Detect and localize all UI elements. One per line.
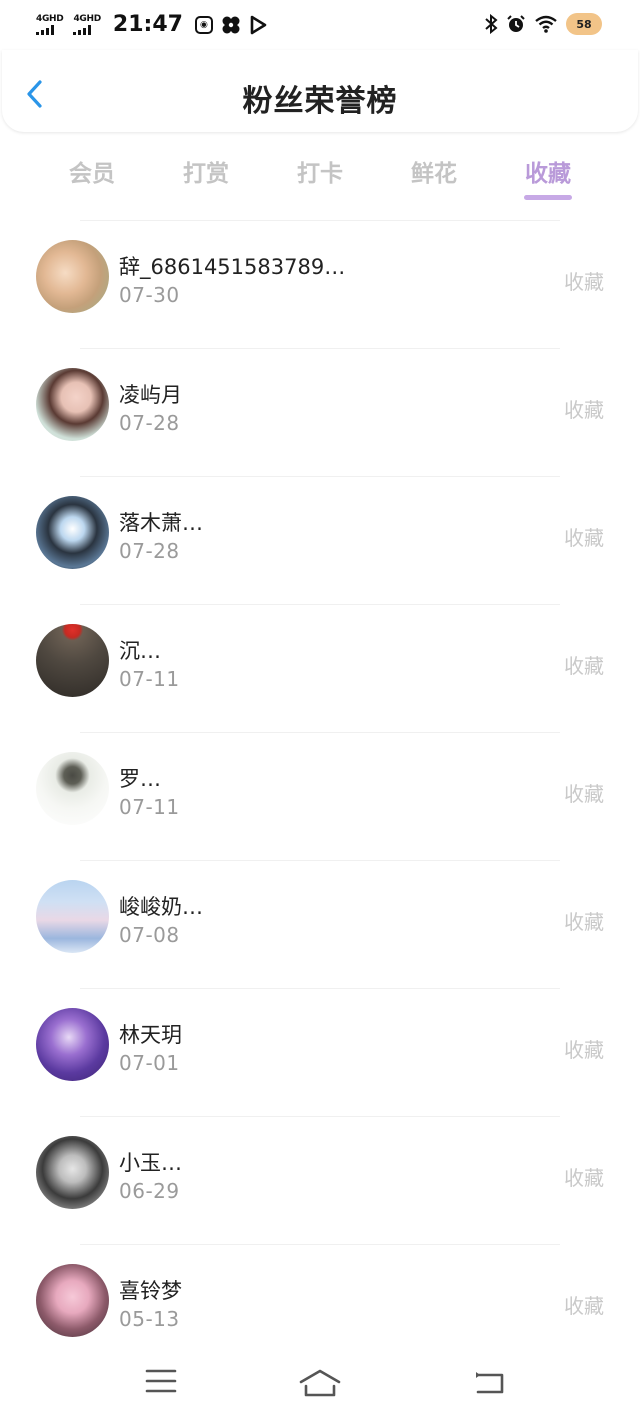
menu-icon[interactable] — [145, 1368, 177, 1394]
fan-date: 06-29 — [119, 1179, 180, 1203]
fan-name: 喜铃梦 — [119, 1279, 182, 1303]
battery-level: 58 — [576, 17, 592, 31]
fan-date: 07-11 — [119, 795, 180, 819]
bluetooth-icon — [485, 14, 498, 34]
active-tab-indicator — [524, 195, 572, 200]
fan-date: 07-11 — [119, 667, 180, 691]
favorite-label: 收藏 — [564, 1294, 604, 1318]
avatar[interactable] — [36, 1136, 109, 1209]
status-left: 4GHD 4GHD 21:47 ◉ — [36, 12, 267, 37]
fan-date: 07-28 — [119, 539, 180, 563]
header: 粉丝荣誉榜 — [2, 50, 638, 132]
fan-date: 07-01 — [119, 1051, 180, 1075]
wifi-icon — [535, 15, 557, 33]
back-icon[interactable] — [472, 1368, 506, 1396]
fan-date: 07-30 — [119, 283, 180, 307]
avatar[interactable] — [36, 1264, 109, 1337]
list-item[interactable]: 落木萧… 07-28 收藏 — [0, 476, 640, 604]
fan-date: 07-28 — [119, 411, 180, 435]
list-item[interactable]: 林天玥 07-01 收藏 — [0, 988, 640, 1116]
avatar[interactable] — [36, 240, 109, 313]
favorite-label: 收藏 — [564, 654, 604, 678]
tab-flower[interactable]: 鲜花 — [394, 154, 474, 188]
play-app-icon — [250, 15, 267, 34]
fan-name: 辞_6861451583789… — [119, 255, 346, 279]
avatar[interactable] — [36, 624, 109, 697]
fan-date: 05-13 — [119, 1307, 180, 1331]
tab-favorite[interactable]: 收藏 — [508, 154, 588, 188]
favorite-label: 收藏 — [564, 526, 604, 550]
status-right: 58 — [484, 13, 602, 35]
fan-name: 峻峻奶… — [119, 895, 203, 919]
page-title: 粉丝荣誉榜 — [242, 84, 398, 119]
list-item[interactable]: 沉… 07-11 收藏 — [0, 604, 640, 732]
battery-icon: 58 — [566, 13, 602, 35]
favorite-label: 收藏 — [564, 910, 604, 934]
tab-checkin[interactable]: 打卡 — [280, 154, 360, 188]
system-nav-bar — [0, 1350, 640, 1422]
fan-app-icon — [222, 16, 240, 33]
avatar[interactable] — [36, 880, 109, 953]
fan-name: 沉… — [119, 639, 161, 663]
fan-date: 07-08 — [119, 923, 180, 947]
alarm-icon — [507, 15, 525, 32]
avatar[interactable] — [36, 1008, 109, 1081]
list-item[interactable]: 小玉… 06-29 收藏 — [0, 1116, 640, 1244]
network-label-1: 4GHD — [36, 13, 64, 24]
fan-name: 凌屿月 — [119, 383, 182, 407]
list-item[interactable]: 峻峻奶… 07-08 收藏 — [0, 860, 640, 988]
fan-name: 罗… — [119, 767, 161, 791]
fan-name: 小玉… — [119, 1151, 182, 1175]
signal-icon-2: 4GHD — [73, 13, 101, 35]
signal-icon-1: 4GHD — [36, 13, 64, 35]
network-label-2: 4GHD — [73, 13, 101, 24]
screen: 4GHD 4GHD 21:47 ◉ 58 粉丝荣誉榜 会员 打赏 打卡 鲜花 收… — [0, 0, 640, 1422]
favorite-label: 收藏 — [564, 1166, 604, 1190]
hd-app-icon: ◉ — [194, 15, 213, 34]
favorite-label: 收藏 — [564, 782, 604, 806]
tab-bar: 会员 打赏 打卡 鲜花 收藏 — [0, 150, 640, 210]
avatar[interactable] — [36, 368, 109, 441]
list-item[interactable]: 罗… 07-11 收藏 — [0, 732, 640, 860]
fan-name: 落木萧… — [119, 511, 203, 535]
tab-member[interactable]: 会员 — [52, 154, 132, 188]
fan-name: 林天玥 — [119, 1023, 182, 1047]
list-item[interactable]: 凌屿月 07-28 收藏 — [0, 348, 640, 476]
clock: 21:47 — [112, 12, 183, 37]
tab-reward[interactable]: 打赏 — [166, 154, 246, 188]
status-bar: 4GHD 4GHD 21:47 ◉ 58 — [0, 0, 640, 50]
favorite-label: 收藏 — [564, 270, 604, 294]
avatar[interactable] — [36, 752, 109, 825]
favorite-label: 收藏 — [564, 398, 604, 422]
home-icon[interactable] — [298, 1368, 342, 1398]
list-item[interactable]: 辞_6861451583789… 07-30 收藏 — [0, 220, 640, 348]
avatar[interactable] — [36, 496, 109, 569]
favorite-label: 收藏 — [564, 1038, 604, 1062]
